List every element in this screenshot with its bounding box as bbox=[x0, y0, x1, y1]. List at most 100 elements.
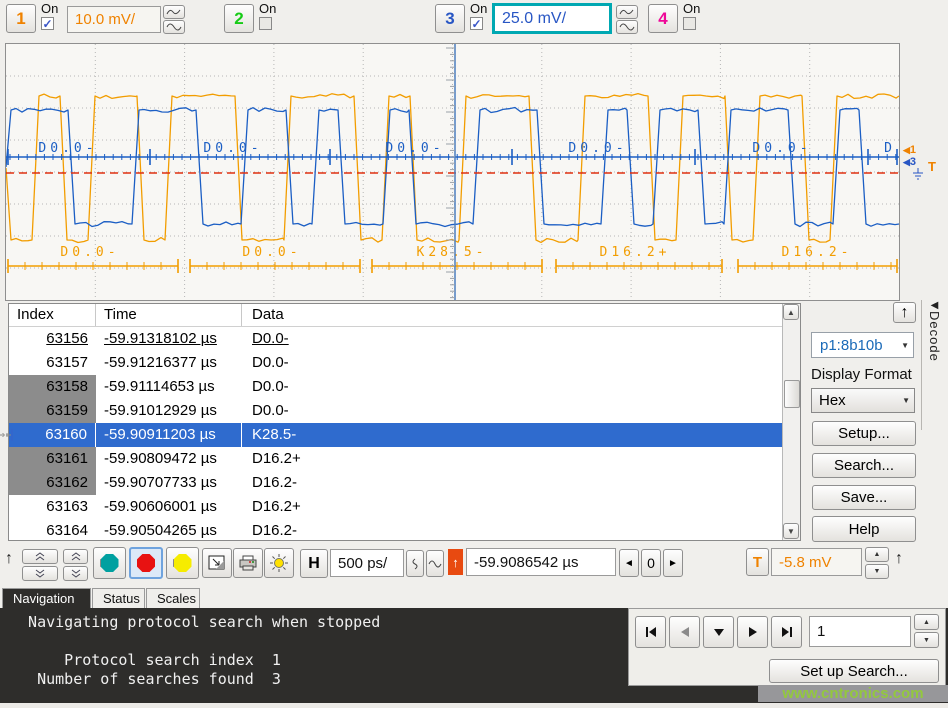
trigger-level-down-button[interactable]: ▼ bbox=[865, 564, 889, 579]
decode-side-tab[interactable]: ◀ Decode bbox=[921, 300, 947, 430]
first-result-button[interactable] bbox=[635, 616, 666, 648]
zoom-out-time-button[interactable] bbox=[406, 550, 424, 577]
search-index-field[interactable]: 1 bbox=[809, 616, 911, 647]
down-triangle-icon: ▼ bbox=[923, 637, 930, 644]
tab-scales[interactable]: Scales bbox=[146, 588, 200, 608]
column-header-index[interactable]: Index bbox=[9, 304, 96, 326]
table-row[interactable]: 63156 -59.91318102 µs D0.0- bbox=[9, 327, 783, 351]
console-output: Navigating protocol search when stopped … bbox=[10, 613, 380, 689]
display-format-dropdown[interactable]: Hex ▼ bbox=[811, 388, 915, 413]
scale-double-up-button[interactable] bbox=[22, 549, 58, 564]
offset-double-down-button[interactable] bbox=[63, 566, 88, 581]
channel-2-button[interactable]: 2 bbox=[224, 4, 254, 33]
set-up-search-button[interactable]: Set up Search... bbox=[769, 659, 939, 683]
listing-header: Index Time Data bbox=[9, 304, 783, 327]
zero-position-button[interactable]: 0 bbox=[641, 549, 661, 577]
setup-button[interactable]: Setup... bbox=[812, 421, 916, 446]
table-row[interactable]: 63163 -59.90606001 µs D16.2+ bbox=[9, 495, 783, 519]
single-button[interactable] bbox=[166, 547, 199, 579]
scrollbar-thumb[interactable] bbox=[784, 380, 800, 408]
next-result-button[interactable] bbox=[737, 616, 768, 648]
channel-3-scale-up-button[interactable] bbox=[616, 5, 638, 19]
left-arrow-icon: ◀ bbox=[903, 157, 910, 167]
tab-navigation[interactable]: Navigation bbox=[2, 588, 91, 608]
panel-collapse-up-button[interactable]: ↑ bbox=[893, 302, 916, 323]
display-brightness-button[interactable] bbox=[264, 548, 294, 578]
trigger-level-marker[interactable]: T bbox=[928, 159, 936, 174]
cell-time: -59.90707733 µs bbox=[104, 474, 217, 491]
run-button[interactable] bbox=[93, 547, 126, 579]
table-row[interactable]: 63157 -59.91216377 µs D0.0- bbox=[9, 351, 783, 375]
channel-3-button[interactable]: 3 bbox=[435, 4, 465, 33]
channel-1-scale-field[interactable]: 10.0 mV/ bbox=[67, 6, 161, 33]
help-button[interactable]: Help bbox=[812, 516, 916, 542]
scroll-up-button[interactable]: ▲ bbox=[783, 304, 799, 320]
channel-3-on-label: On bbox=[470, 1, 487, 16]
svg-text:D0.0-: D0.0- bbox=[752, 141, 811, 156]
channel-1-level-marker[interactable]: ◀1 bbox=[903, 144, 916, 156]
cell-index: 63162 bbox=[46, 474, 88, 491]
column-header-data[interactable]: Data bbox=[242, 304, 783, 326]
table-row[interactable]: 63158 -59.91114653 µs D0.0- bbox=[9, 375, 783, 399]
listing-scrollbar[interactable]: ▲ ▼ bbox=[782, 304, 800, 540]
cell-data: D0.0- bbox=[252, 402, 289, 419]
channel-4-button[interactable]: 4 bbox=[648, 4, 678, 33]
print-button[interactable] bbox=[233, 548, 263, 578]
channel-2-on-checkbox[interactable] bbox=[259, 17, 272, 30]
channel-3-level-marker[interactable]: ◀3 bbox=[903, 156, 916, 168]
oscilloscope-window: 1 On ✓ 10.0 mV/ 2 On 3 On ✓ 25.0 mV/ 4 O… bbox=[0, 0, 948, 708]
cell-data: D16.2- bbox=[252, 522, 297, 539]
horizontal-position-field[interactable]: -59.9086542 µs bbox=[466, 548, 616, 576]
table-row[interactable]: 63161 -59.90809472 µs D16.2+ bbox=[9, 447, 783, 471]
pan-right-button[interactable]: ► bbox=[663, 549, 683, 577]
right-triangle-icon: ► bbox=[668, 558, 678, 569]
scale-double-down-button[interactable] bbox=[22, 566, 58, 581]
scroll-down-button[interactable]: ▼ bbox=[783, 523, 799, 539]
pan-left-button[interactable]: ◄ bbox=[619, 549, 639, 577]
timebase-field[interactable]: 500 ps/ bbox=[330, 549, 404, 577]
save-button[interactable]: Save... bbox=[812, 485, 916, 510]
table-row[interactable]: 63159 -59.91012929 µs D0.0- bbox=[9, 399, 783, 423]
right-triangle-icon bbox=[747, 626, 759, 638]
table-row[interactable]: 63164 -59.90504265 µs D16.2- bbox=[9, 519, 783, 541]
channel-3-scale-field[interactable]: 25.0 mV/ bbox=[492, 3, 612, 34]
previous-result-button[interactable] bbox=[669, 616, 700, 648]
horizontal-menu-button[interactable]: H bbox=[300, 549, 328, 578]
channel-1-scale-down-button[interactable] bbox=[163, 20, 185, 34]
channel-3-on-checkbox[interactable]: ✓ bbox=[470, 17, 483, 30]
channel-1-on-checkbox[interactable]: ✓ bbox=[41, 17, 54, 30]
trigger-level-up-button[interactable]: ▲ bbox=[865, 547, 889, 562]
channel-4-on-checkbox[interactable] bbox=[683, 17, 696, 30]
last-result-button[interactable] bbox=[771, 616, 802, 648]
tab-status[interactable]: Status bbox=[92, 588, 145, 608]
svg-text:D0.0-: D0.0- bbox=[385, 141, 444, 156]
stop-button[interactable] bbox=[129, 547, 163, 579]
column-header-time[interactable]: Time bbox=[96, 304, 242, 326]
channel-3-scale-down-button[interactable] bbox=[616, 20, 638, 34]
search-index-up-button[interactable]: ▲ bbox=[914, 614, 939, 630]
table-row[interactable]: 63160 -59.90911203 µs K28.5- bbox=[9, 423, 783, 447]
cell-index: 63158 bbox=[46, 378, 88, 395]
search-button[interactable]: Search... bbox=[812, 453, 916, 478]
channel-1-scale-up-button[interactable] bbox=[163, 5, 185, 19]
decode-listing-table: Index Time Data 63156 -59.91318102 µs D0… bbox=[8, 303, 801, 541]
offset-double-up-button[interactable] bbox=[63, 549, 88, 564]
search-index-down-button[interactable]: ▼ bbox=[914, 632, 939, 648]
svg-text:D0.0-: D0.0- bbox=[242, 245, 301, 260]
chevron-down-icon: ▼ bbox=[897, 341, 913, 350]
screen-capture-button[interactable] bbox=[202, 548, 232, 578]
search-navigation-panel: 1 ▲ ▼ Set up Search... bbox=[628, 608, 946, 686]
current-result-button[interactable] bbox=[703, 616, 734, 648]
trigger-menu-button[interactable]: T bbox=[746, 548, 769, 576]
channel-1-button[interactable]: 1 bbox=[6, 4, 36, 33]
cell-data: D0.0- bbox=[252, 378, 289, 395]
marker-up-icon: ↑ bbox=[5, 550, 13, 568]
sine-icon bbox=[166, 23, 182, 31]
cell-data: D16.2+ bbox=[252, 450, 301, 467]
trigger-level-field[interactable]: -5.8 mV bbox=[771, 548, 862, 576]
waveform-display[interactable]: D0.0-D0.0-D0.0-D0.0-D0.0-DD0.0-D0.0-K28.… bbox=[5, 43, 900, 301]
zoom-in-time-button[interactable] bbox=[426, 550, 444, 577]
decode-source-dropdown[interactable]: p1:8b10b ▼ bbox=[811, 332, 914, 358]
table-row[interactable]: 63162 -59.90707733 µs D16.2- bbox=[9, 471, 783, 495]
check-icon: ✓ bbox=[42, 19, 52, 29]
